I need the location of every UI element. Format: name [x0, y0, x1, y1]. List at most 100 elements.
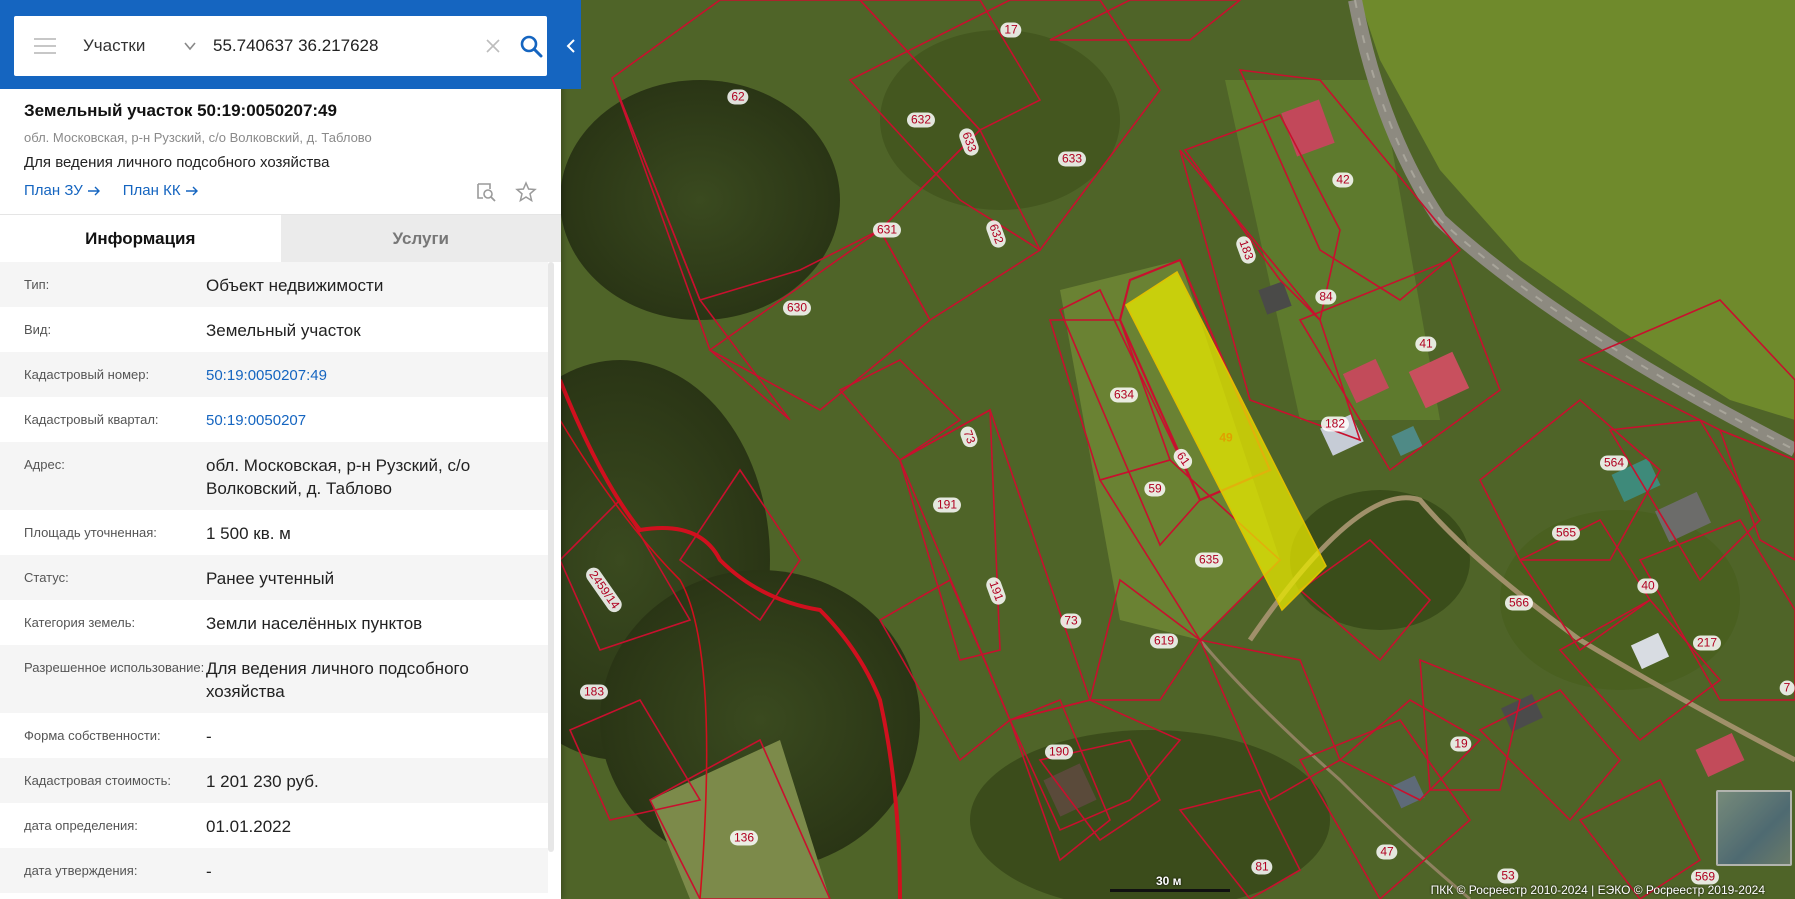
info-label: Статус:: [24, 570, 69, 585]
info-value: Земельный участок: [206, 321, 361, 340]
plot-label[interactable]: 190: [1044, 744, 1074, 760]
info-label: Форма собственности:: [24, 728, 161, 743]
plot-label[interactable]: 40: [1637, 578, 1659, 594]
plot-label[interactable]: 73: [1060, 613, 1082, 629]
info-row-area: Площадь уточненная: 1 500 кв. м: [0, 510, 548, 555]
info-row-permitted-use: Разрешенное использование: Для ведения л…: [0, 645, 548, 713]
plot-label[interactable]: 630: [782, 300, 812, 316]
info-row-kind: Вид: Земельный участок: [0, 307, 548, 352]
search-box: Участки: [14, 16, 547, 76]
plot-label[interactable]: 183: [579, 684, 609, 700]
object-address: обл. Московская, р-н Рузский, с/о Волков…: [24, 130, 372, 145]
plan-links: План ЗУ План КК: [24, 182, 199, 199]
info-list: Тип: Объект недвижимости Вид: Земельный …: [0, 262, 548, 899]
info-value: Ранее учтенный: [206, 569, 335, 588]
plot-label[interactable]: 565: [1551, 525, 1581, 541]
info-label: дата утверждения:: [24, 863, 138, 878]
plot-label[interactable]: 59: [1144, 481, 1166, 497]
scale-label: 30 м: [1156, 874, 1182, 888]
chevron-left-icon: [566, 39, 575, 53]
selected-plot-label[interactable]: 49: [1215, 431, 1236, 446]
plan-zu-link[interactable]: План ЗУ: [24, 182, 101, 199]
info-label: Тип:: [24, 277, 50, 292]
plan-zu-label: План ЗУ: [24, 182, 83, 199]
plot-label[interactable]: 182: [1320, 416, 1350, 432]
info-row-cadastral-quarter: Кадастровый квартал: 50:19:0050207: [0, 397, 548, 442]
plot-label[interactable]: 42: [1332, 172, 1354, 188]
info-row-valuation-date: дата определения: 01.01.2022: [0, 803, 548, 848]
info-scrollbar[interactable]: [548, 262, 554, 852]
plot-label[interactable]: 19: [1450, 736, 1472, 752]
plot-label[interactable]: 566: [1504, 595, 1534, 611]
cadastral-quarter-link[interactable]: 50:19:0050207: [206, 409, 536, 432]
info-label: Площадь уточненная:: [24, 525, 157, 540]
plot-label[interactable]: 62: [727, 89, 749, 105]
cadastral-number-link[interactable]: 50:19:0050207:49: [206, 364, 536, 387]
menu-icon[interactable]: [34, 38, 56, 54]
info-value: обл. Московская, р-н Рузский, с/о Волков…: [206, 456, 471, 498]
info-value: Земли населённых пунктов: [206, 614, 423, 633]
plot-label[interactable]: 53: [1497, 868, 1519, 884]
plot-label[interactable]: 217: [1692, 635, 1722, 651]
info-label: Адрес:: [24, 457, 65, 472]
object-title: Земельный участок 50:19:0050207:49: [24, 101, 337, 120]
info-value: 01.01.2022: [206, 817, 292, 836]
info-value: -: [206, 862, 212, 881]
info-row-cadastral-number: Кадастровый номер: 50:19:0050207:49: [0, 352, 548, 397]
info-label: Разрешенное использование:: [24, 660, 205, 675]
info-value: 1 500 кв. м: [206, 524, 291, 543]
info-value: -: [206, 727, 212, 746]
search-icon[interactable]: [519, 34, 543, 58]
info-row-ownership: Форма собственности: -: [0, 713, 548, 758]
plan-kk-label: План КК: [122, 182, 181, 199]
tab-services[interactable]: Услуги: [280, 215, 561, 262]
plot-label[interactable]: 84: [1315, 289, 1337, 305]
info-label: Вид:: [24, 322, 52, 337]
info-row-cadastral-value: Кадастровая стоимость: 1 201 230 руб.: [0, 758, 548, 803]
map-scale: 30 м: [1110, 874, 1230, 894]
close-icon[interactable]: [485, 38, 501, 54]
info-value: 1 201 230 руб.: [206, 772, 319, 791]
plot-label[interactable]: 41: [1415, 336, 1437, 352]
tab-information[interactable]: Информация: [0, 215, 281, 262]
info-label: Кадастровый квартал:: [24, 412, 159, 427]
arrow-right-icon: [87, 186, 100, 195]
search-bar: Участки: [0, 0, 581, 89]
plot-label[interactable]: 7: [1779, 680, 1795, 696]
plot-label[interactable]: 17: [1000, 22, 1022, 38]
info-row-address: Адрес: обл. Московская, р-н Рузский, с/о…: [0, 442, 548, 510]
info-row-status: Статус: Ранее учтенный: [0, 555, 548, 600]
info-row-approval-date: дата утверждения: -: [0, 848, 548, 893]
plot-label[interactable]: 634: [1109, 387, 1139, 403]
collapse-panel-button[interactable]: [561, 16, 581, 76]
plot-label[interactable]: 81: [1251, 859, 1273, 875]
info-row-land-category: Категория земель: Земли населённых пункт…: [0, 600, 548, 645]
arrow-right-icon: [185, 186, 198, 195]
search-type-select[interactable]: Участки: [83, 36, 183, 56]
plot-label[interactable]: 635: [1194, 552, 1224, 568]
info-row-type: Тип: Объект недвижимости: [0, 262, 548, 307]
plot-label[interactable]: 631: [872, 222, 902, 238]
plot-label[interactable]: 633: [1057, 151, 1087, 167]
plot-label[interactable]: 136: [729, 830, 759, 846]
plot-label[interactable]: 632: [906, 112, 936, 128]
star-icon[interactable]: [515, 181, 537, 203]
chevron-down-icon[interactable]: [183, 39, 197, 53]
info-value: Объект недвижимости: [206, 276, 384, 295]
panel-tabs: Информация Услуги: [0, 214, 561, 262]
plot-label[interactable]: 564: [1599, 455, 1629, 471]
info-value: Для ведения личного подсобного хозяйства: [206, 659, 469, 701]
plot-label[interactable]: 619: [1149, 633, 1179, 649]
zoom-to-object-icon[interactable]: [475, 181, 497, 203]
info-label: Категория земель:: [24, 615, 136, 630]
minimap[interactable]: [1716, 790, 1792, 866]
search-input[interactable]: [213, 36, 463, 56]
info-panel: Участки Земельный участок 50:19:0050207:…: [0, 0, 581, 899]
plot-label[interactable]: 47: [1376, 844, 1398, 860]
plan-kk-link[interactable]: План КК: [123, 182, 199, 199]
map-attribution: ПКК © Росреестр 2010-2024 | ЕЭКО © Росре…: [1430, 883, 1765, 897]
object-purpose: Для ведения личного подсобного хозяйства: [24, 154, 330, 171]
plot-label[interactable]: 191: [932, 497, 962, 513]
info-label: дата определения:: [24, 818, 138, 833]
info-label: Кадастровая стоимость:: [24, 773, 171, 788]
